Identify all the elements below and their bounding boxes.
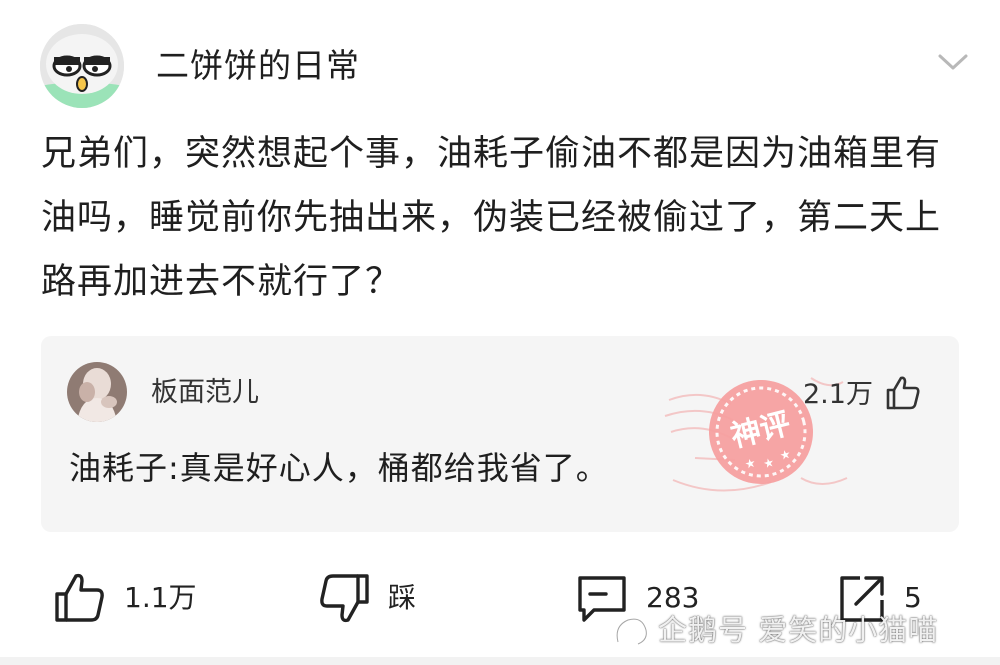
photo-avatar-icon xyxy=(67,362,127,422)
post-content: 兄弟们，突然想起个事，油耗子偷油不都是因为油箱里有油吗，睡觉前你先抽出来，伪装已… xyxy=(41,134,942,302)
commenter-name[interactable]: 板面范儿 xyxy=(151,376,259,410)
dislike-label: 踩 xyxy=(388,581,417,614)
cartoon-face-icon xyxy=(40,24,124,108)
thumbs-down-icon xyxy=(320,574,369,623)
dislike-button[interactable]: 踩 xyxy=(316,570,426,626)
author-name[interactable]: 二饼饼的日常 xyxy=(156,46,360,86)
bottom-divider xyxy=(0,657,1000,665)
thumbs-up-icon xyxy=(55,573,104,622)
comment-like-count: 2.1万 xyxy=(803,379,873,410)
like-count: 1.1万 xyxy=(124,581,197,614)
post-header: 二饼饼的日常 xyxy=(40,24,970,108)
comment-text: 油耗子:真是好心人，桶都给我省了。 xyxy=(69,449,609,487)
chevron-down-icon[interactable] xyxy=(936,50,970,74)
watermark-text: 企鹅号 爱笑的小猫喵 xyxy=(658,613,939,647)
watermark: 企鹅号 爱笑的小猫喵 xyxy=(612,610,984,650)
god-comment-card[interactable]: 神评 ★ ★ ★ 板面范儿 2.1万 油耗子:真是好心人，桶都给我省了。 xyxy=(41,336,959,532)
like-button[interactable]: 1.1万 xyxy=(52,570,197,626)
author-avatar[interactable] xyxy=(40,24,124,108)
commenter-avatar[interactable] xyxy=(67,362,127,422)
thumbs-up-icon[interactable] xyxy=(884,374,922,412)
penguin-logo-icon xyxy=(615,617,648,646)
